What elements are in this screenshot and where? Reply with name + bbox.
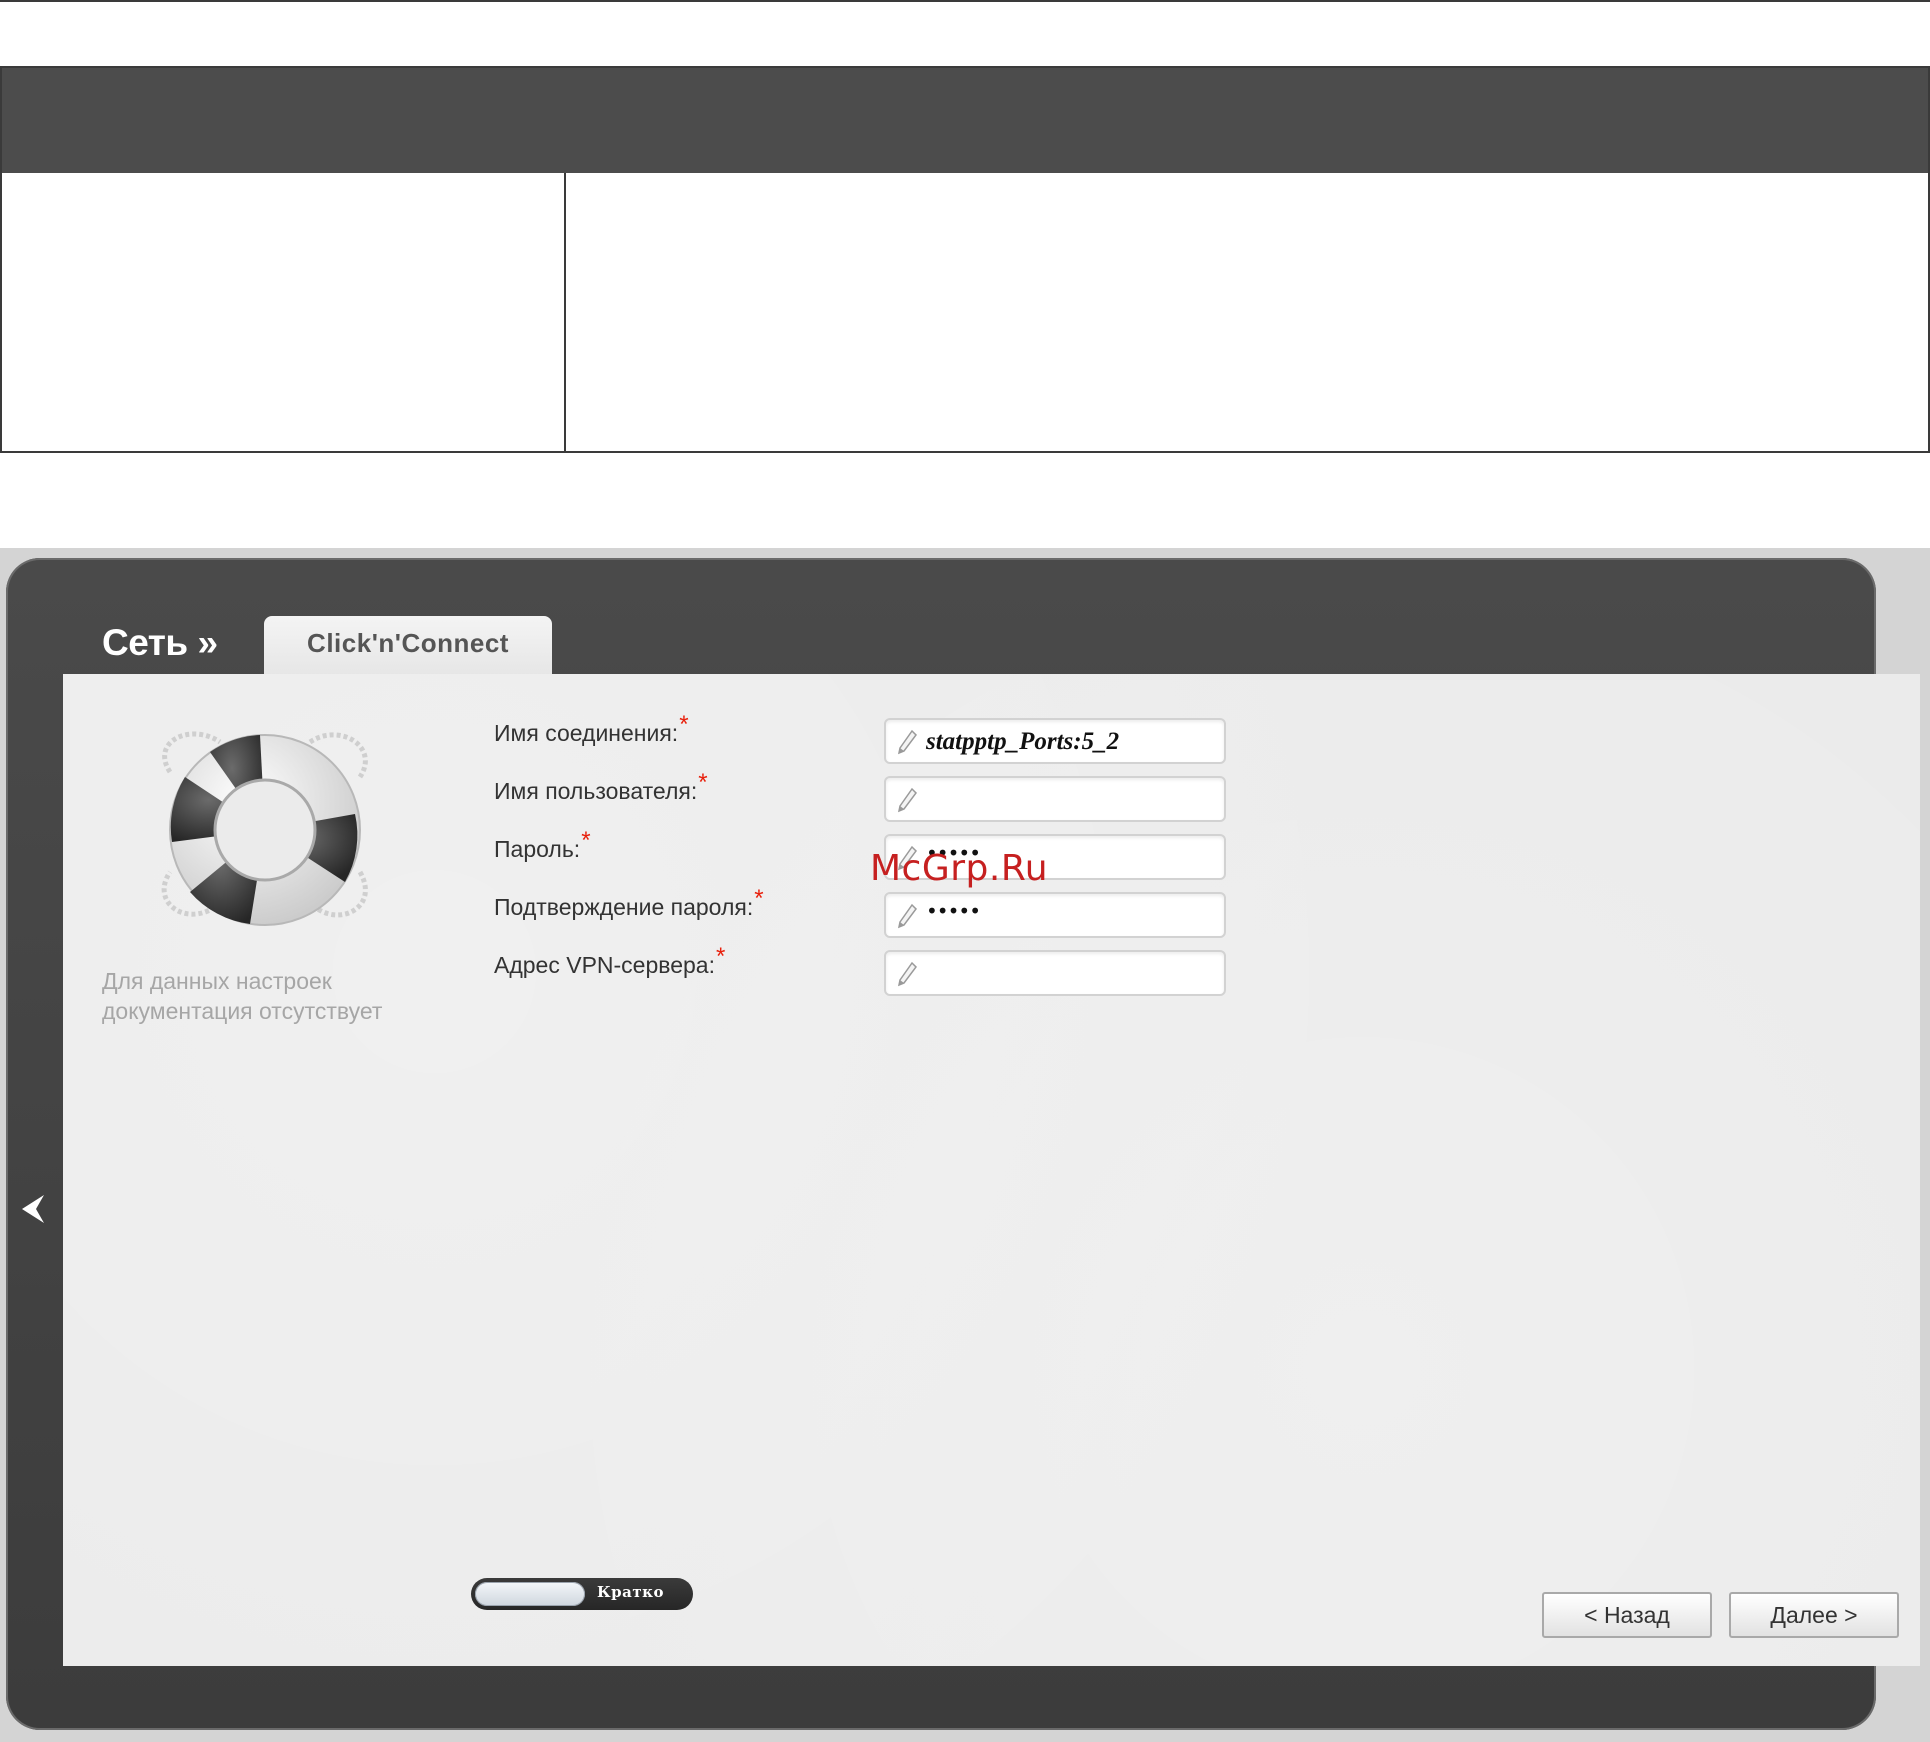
toggle-knob[interactable] — [475, 1582, 585, 1606]
username-label: Имя пользователя:* — [494, 769, 708, 806]
password-label: Пароль:* — [494, 827, 591, 864]
confirm-password-label: Подтверждение пароля:* — [494, 885, 764, 922]
vpn-server-field[interactable] — [884, 950, 1226, 996]
top-rule — [0, 0, 1930, 2]
mode-toggle[interactable]: Кратко — [471, 1578, 693, 1610]
pencil-icon — [897, 787, 917, 813]
pencil-icon — [897, 903, 917, 929]
lifebuoy-icon — [161, 731, 368, 926]
required-mark: * — [716, 943, 726, 970]
pencil-icon — [897, 729, 917, 755]
connection-name-value: statpptp_Ports:5_2 — [926, 728, 1120, 755]
toggle-label: Кратко — [597, 1583, 664, 1601]
document-table — [0, 66, 1930, 453]
username-label-text: Имя пользователя: — [494, 778, 698, 804]
required-mark: * — [754, 885, 764, 912]
connection-name-label: Имя соединения:* — [494, 711, 689, 748]
collapse-arrow-icon[interactable] — [18, 1192, 48, 1226]
password-label-text: Пароль: — [494, 836, 581, 862]
required-mark: * — [698, 769, 708, 796]
vpn-server-label-text: Адрес VPN-сервера: — [494, 952, 715, 978]
breadcrumb[interactable]: Сеть » — [102, 622, 218, 664]
connection-name-field[interactable]: statpptp_Ports:5_2 — [884, 718, 1226, 764]
back-button[interactable]: < Назад — [1542, 1592, 1712, 1638]
confirm-password-value: ••••• — [926, 899, 981, 923]
document-table-header — [2, 68, 1928, 173]
pencil-icon — [897, 961, 917, 987]
next-button[interactable]: Далее > — [1729, 1592, 1899, 1638]
confirm-password-field[interactable]: ••••• — [884, 892, 1226, 938]
tab-click-n-connect[interactable]: Click'n'Connect — [264, 616, 552, 676]
required-mark: * — [581, 827, 591, 854]
required-mark: * — [679, 711, 689, 738]
connection-name-label-text: Имя соединения: — [494, 720, 679, 746]
watermark: McGrp.Ru — [870, 848, 1049, 889]
document-table-divider — [564, 173, 566, 451]
username-field[interactable] — [884, 776, 1226, 822]
vpn-server-label: Адрес VPN-сервера:* — [494, 943, 725, 980]
help-text: Для данных настроек документация отсутст… — [102, 968, 383, 1024]
confirm-password-label-text: Подтверждение пароля: — [494, 894, 754, 920]
